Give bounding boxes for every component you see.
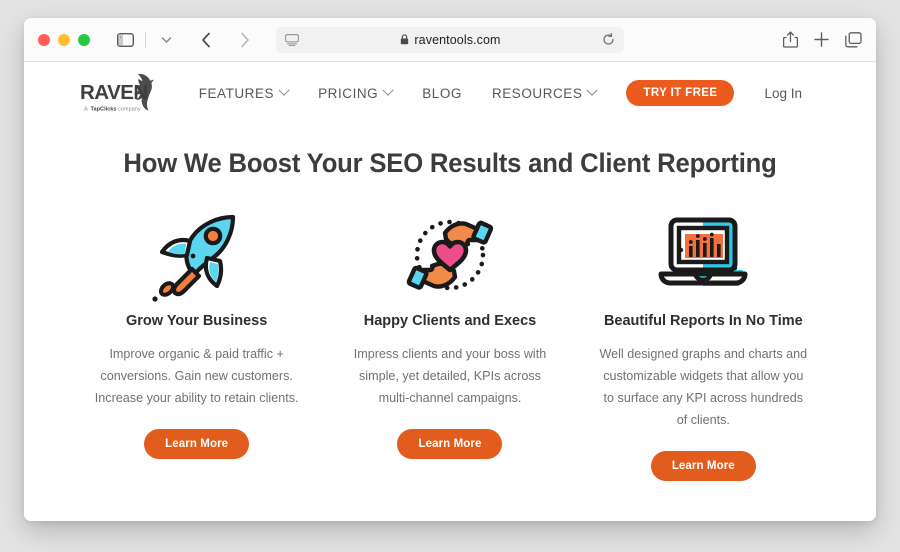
back-arrow-icon[interactable] bbox=[193, 27, 219, 53]
reload-icon[interactable] bbox=[602, 33, 615, 46]
hands-heart-icon bbox=[398, 203, 502, 307]
chevron-down-icon bbox=[586, 84, 599, 96]
chevron-down-icon bbox=[382, 84, 394, 96]
nav-label: RESOURCES bbox=[491, 85, 583, 101]
nav-item-pricing[interactable]: PRICING bbox=[318, 84, 394, 101]
rocket-icon bbox=[145, 203, 249, 307]
logo-wordmark: RAVEN bbox=[80, 81, 148, 104]
feature-column-happy-clients-and-execs: Happy Clients and Execs Impress clients … bbox=[323, 203, 576, 481]
logo-tagline-prefix: A bbox=[84, 107, 88, 113]
nav-item-blog[interactable]: BLOG bbox=[422, 86, 462, 101]
tab-overview-icon[interactable] bbox=[845, 31, 862, 48]
feature-body: Impress clients and your boss with simpl… bbox=[353, 347, 547, 405]
feature-columns: Grow Your Business Improve organic & pai… bbox=[24, 203, 876, 481]
close-window-button[interactable] bbox=[38, 33, 50, 46]
toolbar-divider bbox=[145, 31, 146, 48]
nav-label: PRICING bbox=[318, 85, 379, 101]
maximize-window-button[interactable] bbox=[78, 33, 90, 46]
browser-window: raventools.com RAVEN A TapClicks company… bbox=[24, 18, 876, 521]
learn-more-button[interactable]: Learn More bbox=[650, 451, 756, 481]
lock-icon bbox=[400, 34, 409, 45]
web-page-content: RAVEN A TapClicks company FEATURES PRICI… bbox=[24, 62, 876, 521]
site-header: RAVEN A TapClicks company FEATURES PRICI… bbox=[24, 62, 876, 124]
chevron-down-icon[interactable] bbox=[153, 27, 179, 53]
forward-arrow-icon[interactable] bbox=[231, 27, 257, 53]
window-traffic-lights bbox=[24, 33, 90, 46]
plus-icon[interactable] bbox=[814, 32, 829, 47]
nav-item-resources[interactable]: RESOURCES bbox=[491, 84, 599, 101]
feature-title: Beautiful Reports In No Time bbox=[603, 313, 803, 329]
sidebar-toggle-icon[interactable] bbox=[112, 27, 138, 53]
address-bar[interactable]: raventools.com bbox=[276, 26, 624, 53]
reader-view-icon[interactable] bbox=[285, 33, 299, 46]
feature-title: Happy Clients and Execs bbox=[363, 313, 537, 329]
raven-logo[interactable]: RAVEN A TapClicks company bbox=[78, 71, 170, 115]
logo-tagline-brand: TapClicks bbox=[91, 107, 117, 113]
learn-more-button[interactable]: Learn More bbox=[397, 429, 503, 459]
logo-tagline-suffix: company bbox=[118, 107, 141, 113]
laptop-chart-icon bbox=[651, 203, 755, 307]
feature-body: Improve organic & paid traffic + convers… bbox=[94, 347, 299, 405]
site-navigation: FEATURES PRICING BLOG RESOURCES TRY IT F… bbox=[170, 80, 828, 106]
nav-item-features[interactable]: FEATURES bbox=[198, 84, 290, 101]
page-headline: How We Boost Your SEO Results and Client… bbox=[123, 148, 777, 178]
browser-toolbar: raventools.com bbox=[24, 18, 876, 62]
share-icon[interactable] bbox=[783, 31, 798, 48]
feature-column-grow-your-business: Grow Your Business Improve organic & pai… bbox=[70, 203, 323, 481]
nav-label: BLOG bbox=[422, 85, 462, 101]
url-text: raventools.com bbox=[414, 32, 501, 47]
toolbar-right-controls bbox=[783, 31, 862, 48]
learn-more-button[interactable]: Learn More bbox=[144, 429, 250, 459]
toolbar-left-controls bbox=[112, 27, 257, 53]
chevron-down-icon bbox=[278, 84, 290, 96]
feature-title: Grow Your Business bbox=[126, 313, 268, 329]
feature-column-beautiful-reports-in-no-time: Beautiful Reports In No Time Well design… bbox=[577, 203, 830, 481]
nav-label: FEATURES bbox=[198, 85, 275, 101]
minimize-window-button[interactable] bbox=[58, 33, 70, 46]
url-display[interactable]: raventools.com bbox=[299, 33, 602, 47]
try-it-free-button[interactable]: TRY IT FREE bbox=[626, 80, 735, 106]
log-in-link[interactable]: Log In bbox=[764, 86, 802, 101]
feature-body: Well designed graphs and charts and cust… bbox=[599, 347, 808, 427]
